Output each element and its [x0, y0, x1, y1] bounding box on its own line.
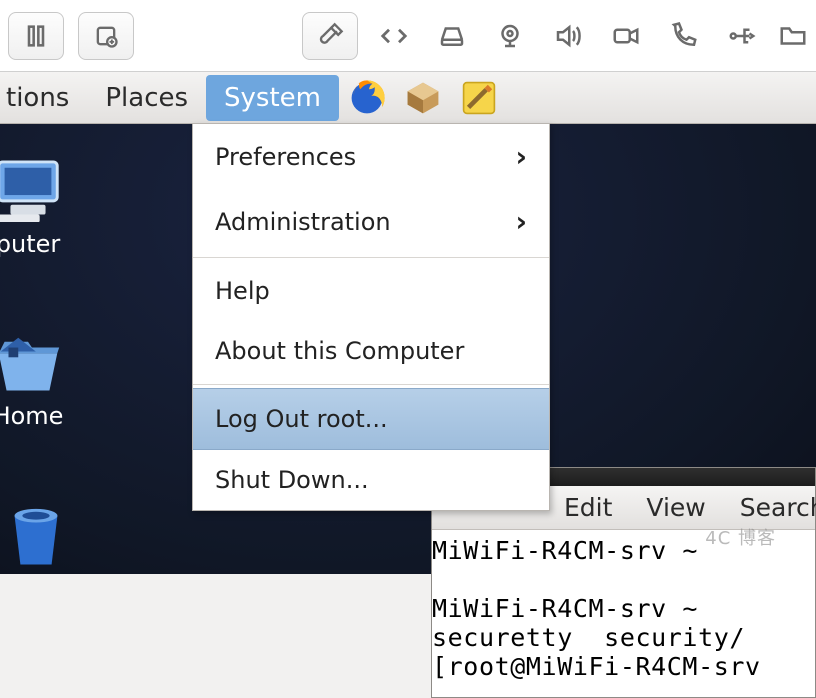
- menu-administration[interactable]: Administration ›: [193, 189, 549, 254]
- snapshot-button[interactable]: [78, 12, 134, 60]
- computer-label: puter: [0, 230, 78, 258]
- trash-desktop-icon[interactable]: [0, 504, 86, 576]
- package-launcher[interactable]: [401, 76, 445, 120]
- computer-desktop-icon[interactable]: puter: [0, 158, 78, 258]
- usb-icon[interactable]: [720, 12, 764, 60]
- top-menubar: tions Places System: [0, 72, 816, 124]
- home-label: Home: [0, 402, 78, 430]
- chevron-right-icon: ›: [515, 205, 527, 238]
- terminal-menu-view[interactable]: View: [632, 489, 719, 526]
- vm-toolbar: [0, 0, 816, 72]
- menu-separator: [193, 384, 549, 385]
- firefox-launcher[interactable]: [345, 76, 389, 120]
- code-icon[interactable]: [372, 12, 416, 60]
- phone-icon[interactable]: [662, 12, 706, 60]
- menu-preferences[interactable]: Preferences ›: [193, 124, 549, 189]
- terminal-body[interactable]: MiWiFi-R4CM-srv ~ MiWiFi-R4CM-srv ~ secu…: [432, 530, 815, 683]
- pause-button[interactable]: [8, 12, 64, 60]
- video-icon[interactable]: [604, 12, 648, 60]
- folder-icon[interactable]: [778, 12, 808, 60]
- volume-icon[interactable]: [546, 12, 590, 60]
- menu-applications-clipped[interactable]: tions: [0, 83, 87, 113]
- webcam-icon[interactable]: [488, 12, 532, 60]
- menu-system[interactable]: System: [206, 75, 339, 121]
- chevron-right-icon: ›: [515, 140, 527, 173]
- menu-help[interactable]: Help: [193, 261, 549, 321]
- settings-button[interactable]: [302, 12, 358, 60]
- menu-about[interactable]: About this Computer: [193, 321, 549, 381]
- disk-icon[interactable]: [430, 12, 474, 60]
- terminal-menu-search[interactable]: Search: [726, 489, 816, 526]
- system-menu-dropdown: Preferences › Administration › Help Abou…: [192, 123, 550, 511]
- notes-launcher[interactable]: [457, 76, 501, 120]
- menu-shutdown[interactable]: Shut Down...: [193, 450, 549, 510]
- menu-logout[interactable]: Log Out root...: [193, 388, 549, 450]
- menu-separator: [193, 257, 549, 258]
- home-desktop-icon[interactable]: Home: [0, 330, 78, 430]
- menu-places[interactable]: Places: [87, 75, 206, 121]
- terminal-menu-edit[interactable]: Edit: [550, 489, 626, 526]
